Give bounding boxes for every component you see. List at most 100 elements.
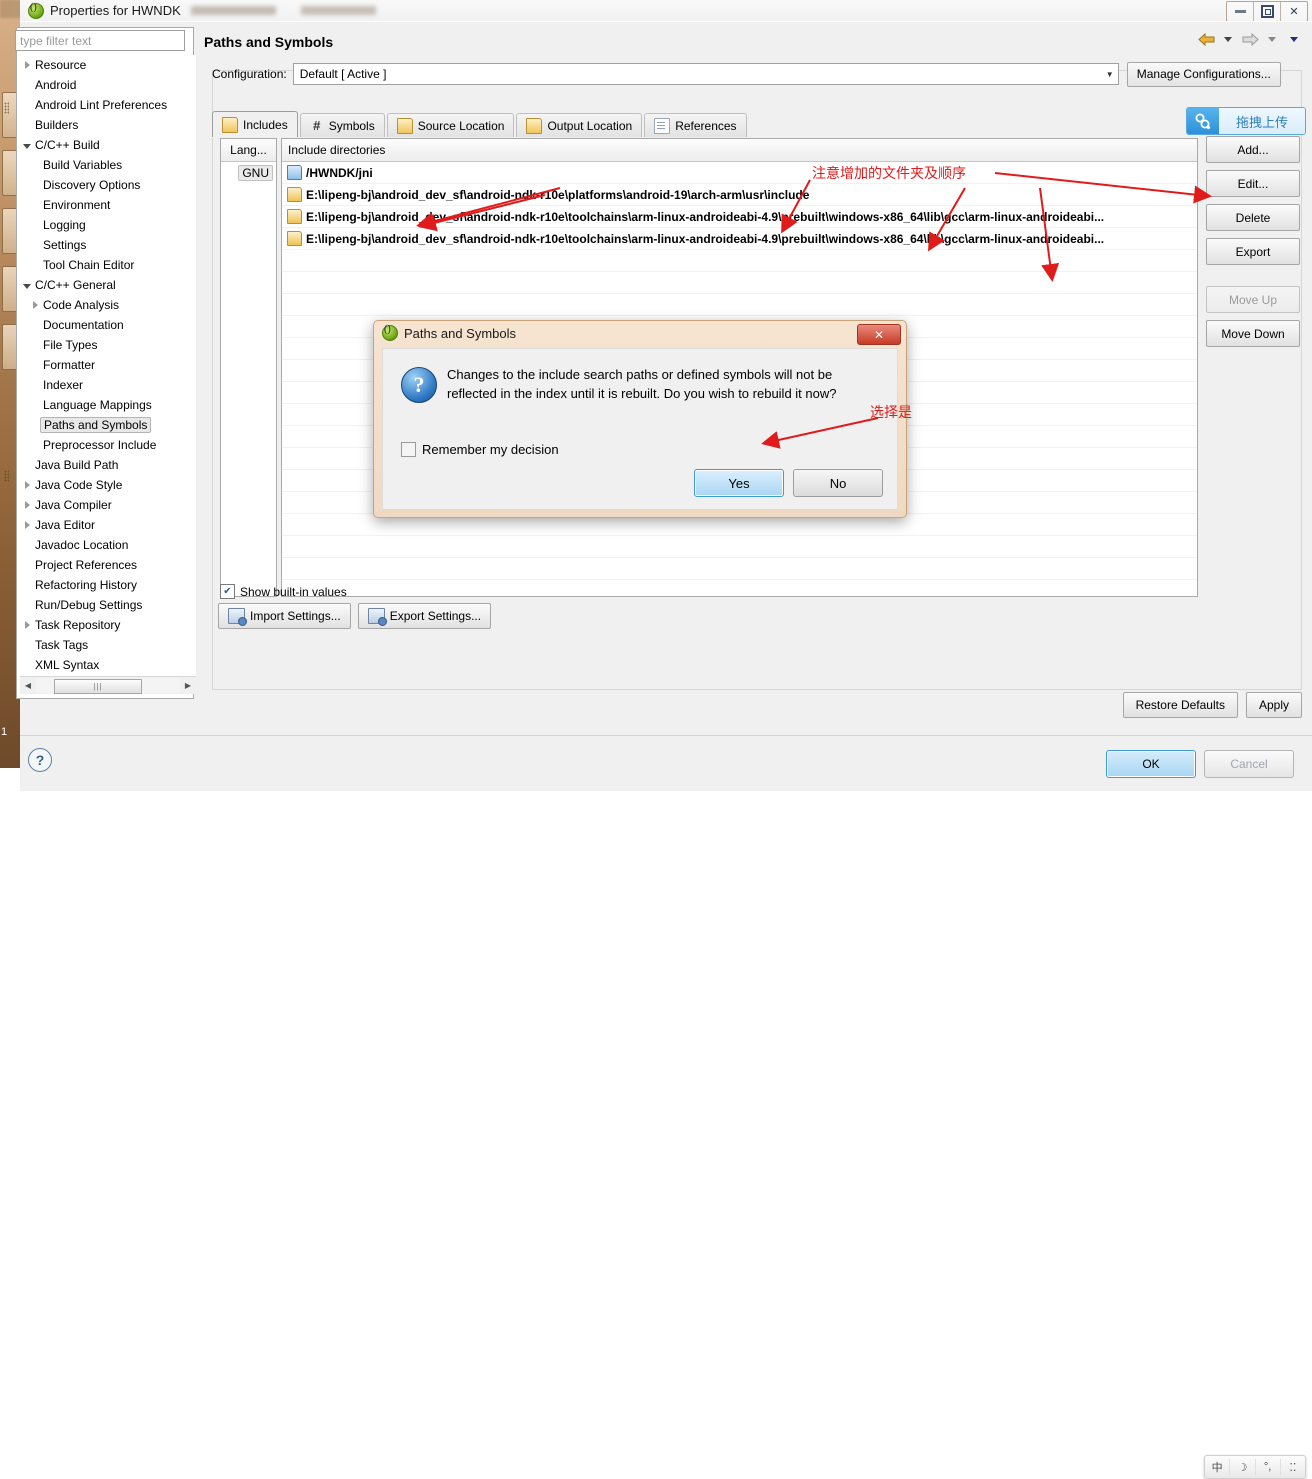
tree-item[interactable]: Formatter: [20, 355, 196, 375]
menu-dropdown-icon[interactable]: [1284, 30, 1304, 48]
forward-dropdown-icon[interactable]: [1262, 30, 1282, 48]
link-upload-icon[interactable]: [1187, 108, 1219, 134]
edit-button[interactable]: Edit...: [1206, 170, 1300, 197]
twisty-collapsed-icon[interactable]: [20, 481, 34, 489]
tab-includes[interactable]: Includes: [212, 111, 298, 137]
show-builtin-values-checkbox[interactable]: ✔ Show built-in values: [220, 584, 347, 599]
tree-item[interactable]: Java Build Path: [20, 455, 196, 475]
scrollbar-thumb[interactable]: |||: [54, 679, 142, 694]
settings-tree[interactable]: Resource Android Android Lint Preference…: [20, 55, 196, 676]
ime-shape-icon[interactable]: ☽: [1230, 1459, 1256, 1475]
back-dropdown-icon[interactable]: [1218, 30, 1238, 48]
tree-item[interactable]: Code Analysis: [20, 295, 196, 315]
minimize-button[interactable]: [1227, 2, 1254, 21]
tree-item[interactable]: Documentation: [20, 315, 196, 335]
tree-item[interactable]: Project References: [20, 555, 196, 575]
twisty-collapsed-icon[interactable]: [20, 521, 34, 529]
twisty-collapsed-icon[interactable]: [20, 621, 34, 629]
twisty-expanded-icon[interactable]: [20, 142, 34, 149]
table-row[interactable]: /HWNDK/jni: [282, 162, 1197, 184]
table-empty-row[interactable]: [282, 536, 1197, 558]
ok-button[interactable]: OK: [1106, 750, 1196, 778]
move-down-button[interactable]: Move Down: [1206, 320, 1300, 347]
table-empty-row[interactable]: [282, 580, 1197, 596]
tree-item[interactable]: Resource: [20, 55, 196, 75]
table-row[interactable]: E:\lipeng-bj\android_dev_sf\android-ndk-…: [282, 206, 1197, 228]
language-value-row[interactable]: GNU: [221, 162, 276, 183]
tree-item[interactable]: C/C++ Build: [20, 135, 196, 155]
tree-item[interactable]: Build Variables: [20, 155, 196, 175]
tree-item[interactable]: Indexer: [20, 375, 196, 395]
tree-item[interactable]: Task Repository: [20, 615, 196, 635]
tree-item[interactable]: Environment: [20, 195, 196, 215]
back-arrow-icon[interactable]: [1196, 30, 1216, 48]
twisty-collapsed-icon[interactable]: [28, 301, 42, 309]
tree-item[interactable]: Logging: [20, 215, 196, 235]
table-row[interactable]: E:\lipeng-bj\android_dev_sf\android-ndk-…: [282, 228, 1197, 250]
help-icon[interactable]: ?: [28, 748, 52, 772]
cancel-button[interactable]: Cancel: [1204, 750, 1294, 778]
tree-item[interactable]: Java Compiler: [20, 495, 196, 515]
delete-button[interactable]: Delete: [1206, 204, 1300, 231]
twisty-collapsed-icon[interactable]: [20, 501, 34, 509]
table-empty-row[interactable]: [282, 272, 1197, 294]
twisty-collapsed-icon[interactable]: [20, 61, 34, 69]
scrollbar-track[interactable]: |||: [36, 678, 180, 694]
ime-toolbar[interactable]: 中 ☽ °, ⁚⁚: [1204, 1455, 1306, 1479]
chevron-down-icon[interactable]: ▼: [1106, 70, 1114, 79]
export-button[interactable]: Export: [1206, 238, 1300, 265]
tree-item[interactable]: Discovery Options: [20, 175, 196, 195]
sidebar-item-paths-and-symbols[interactable]: Paths and Symbols: [20, 415, 196, 435]
forward-arrow-icon[interactable]: [1240, 30, 1260, 48]
checkbox-checked-icon[interactable]: ✔: [220, 584, 235, 599]
filter-input[interactable]: type filter text: [15, 30, 185, 51]
language-column-header[interactable]: Lang...: [221, 139, 276, 162]
tree-item[interactable]: Tool Chain Editor: [20, 255, 196, 275]
tab-symbols[interactable]: # Symbols: [299, 113, 385, 137]
tree-item[interactable]: Java Editor: [20, 515, 196, 535]
scroll-right-icon[interactable]: ▶: [180, 681, 196, 690]
tree-item[interactable]: Java Code Style: [20, 475, 196, 495]
checkbox-unchecked-icon[interactable]: [401, 442, 416, 457]
modal-close-button[interactable]: ✕: [857, 324, 901, 345]
include-directories-header[interactable]: Include directories: [282, 139, 1197, 162]
yes-button[interactable]: Yes: [694, 469, 784, 497]
maximize-button[interactable]: [1254, 2, 1281, 21]
remember-decision-checkbox[interactable]: Remember my decision: [401, 442, 559, 457]
apply-button[interactable]: Apply: [1245, 692, 1302, 718]
tree-item[interactable]: Android: [20, 75, 196, 95]
table-empty-row[interactable]: [282, 558, 1197, 580]
tree-item[interactable]: Javadoc Location: [20, 535, 196, 555]
tree-item[interactable]: Preprocessor Include: [20, 435, 196, 455]
add-button[interactable]: Add...: [1206, 136, 1300, 163]
table-row[interactable]: E:\lipeng-bj\android_dev_sf\android-ndk-…: [282, 184, 1197, 206]
tree-item[interactable]: Refactoring History: [20, 575, 196, 595]
tab-references[interactable]: References: [644, 113, 747, 137]
tree-item[interactable]: File Types: [20, 335, 196, 355]
ime-menu-icon[interactable]: ⁚⁚: [1281, 1459, 1305, 1475]
tree-item[interactable]: Task Tags: [20, 635, 196, 655]
scroll-left-icon[interactable]: ◀: [20, 681, 36, 690]
tree-item[interactable]: C/C++ General: [20, 275, 196, 295]
tab-source-location[interactable]: Source Location: [386, 113, 515, 137]
configuration-select[interactable]: Default [ Active ] ▼: [292, 63, 1119, 85]
import-settings-button[interactable]: Import Settings...: [218, 603, 351, 629]
tree-item[interactable]: Settings: [20, 235, 196, 255]
tree-item[interactable]: Builders: [20, 115, 196, 135]
drag-upload-widget[interactable]: 拖拽上传: [1186, 107, 1306, 135]
tree-item[interactable]: Language Mappings: [20, 395, 196, 415]
export-settings-button[interactable]: Export Settings...: [357, 603, 492, 629]
tree-item[interactable]: Android Lint Preferences: [20, 95, 196, 115]
twisty-expanded-icon[interactable]: [20, 282, 34, 289]
tree-item[interactable]: XML Syntax: [20, 655, 196, 675]
tree-item[interactable]: Run/Debug Settings: [20, 595, 196, 615]
tree-horizontal-scrollbar[interactable]: ◀ ||| ▶: [20, 676, 196, 694]
ime-language-icon[interactable]: 中: [1205, 1459, 1231, 1475]
manage-configurations-button[interactable]: Manage Configurations...: [1126, 61, 1281, 87]
ime-punctuation-icon[interactable]: °,: [1256, 1459, 1281, 1475]
restore-defaults-button[interactable]: Restore Defaults: [1122, 692, 1238, 718]
table-empty-row[interactable]: [282, 294, 1197, 316]
tab-output-location[interactable]: Output Location: [516, 113, 643, 137]
table-empty-row[interactable]: [282, 250, 1197, 272]
close-button[interactable]: ✕: [1281, 2, 1307, 21]
